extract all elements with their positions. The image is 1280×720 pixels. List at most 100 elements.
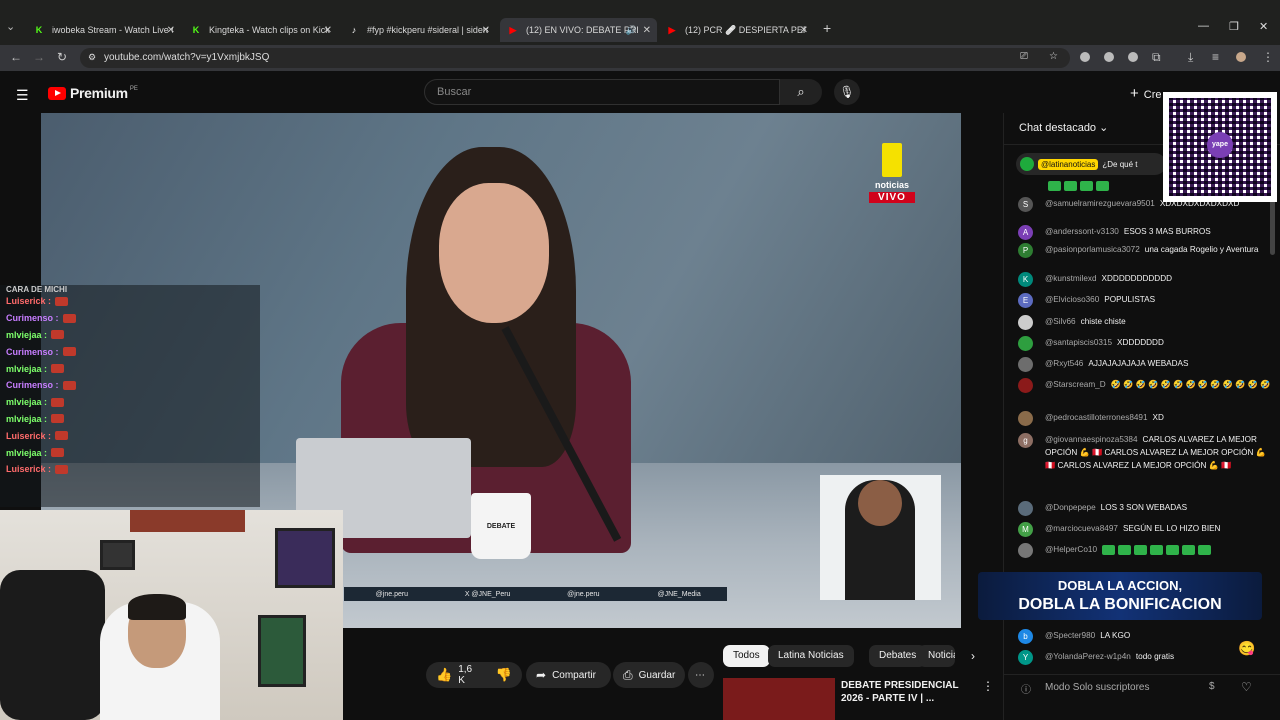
- voice-search-button[interactable]: 🎙: [834, 79, 860, 105]
- create-button[interactable]: + Cre: [1130, 85, 1162, 102]
- chat-avatar[interactable]: P: [1018, 243, 1033, 258]
- close-tab-icon[interactable]: ✕: [167, 25, 175, 36]
- chat-avatar[interactable]: [1018, 543, 1033, 558]
- dislike-icon[interactable]: 👎: [496, 667, 512, 683]
- like-count[interactable]: 1,6 K: [458, 664, 478, 686]
- chat-author[interactable]: @santapiscis0315: [1045, 338, 1112, 347]
- search-input[interactable]: Buscar: [424, 79, 780, 105]
- chat-avatar[interactable]: Y: [1018, 650, 1033, 665]
- close-tab-icon[interactable]: ✕: [482, 25, 490, 36]
- chat-author[interactable]: @Silv66: [1045, 317, 1076, 326]
- chip-todos[interactable]: Todos: [723, 645, 770, 667]
- forward-icon[interactable]: →: [33, 50, 45, 64]
- chat-message[interactable]: P @pasionporlamusica3072 una cagada Rogeli…: [1018, 243, 1273, 258]
- chat-avatar[interactable]: M: [1018, 522, 1033, 537]
- chip-latina[interactable]: Latina Noticias: [768, 645, 854, 667]
- chat-message[interactable]: @Donpepepe LOS 3 SON WEBADAS: [1018, 501, 1273, 516]
- chat-author[interactable]: @pedrocastilloterrones8491: [1045, 413, 1148, 422]
- close-tab-icon[interactable]: ✕: [643, 25, 651, 36]
- like-icon[interactable]: 👍: [436, 667, 452, 683]
- chat-avatar[interactable]: [1018, 378, 1033, 393]
- chat-message[interactable]: g @giovannaespinoza5384 CARLOS ALVAREZ LA …: [1018, 433, 1273, 472]
- close-window-icon[interactable]: ✕: [1259, 20, 1268, 33]
- chat-message[interactable]: b @Specter980 LA KGO: [1018, 629, 1273, 644]
- extension-icon[interactable]: [1128, 52, 1138, 62]
- chat-message[interactable]: M @marciocueva8497 SEGÚN EL LO HIZO BIEN: [1018, 522, 1273, 537]
- tab-search-icon[interactable]: ⌄: [6, 20, 15, 33]
- chat-avatar[interactable]: [1018, 501, 1033, 516]
- profile-avatar[interactable]: [1236, 52, 1246, 62]
- url-field[interactable]: ⚙ youtube.com/watch?v=y1VxmjbkJSQ ⎚ ☆: [80, 48, 1070, 68]
- chat-avatar[interactable]: E: [1018, 293, 1033, 308]
- chat-avatar[interactable]: [1018, 315, 1033, 330]
- browser-tab[interactable]: ▶ (12) PCR 🩹 DESPIERTA PERU ✕: [659, 18, 814, 42]
- extension-icon[interactable]: [1080, 52, 1090, 62]
- chat-avatar[interactable]: K: [1018, 272, 1033, 287]
- recommendation-thumbnail[interactable]: [723, 678, 835, 720]
- new-tab-icon[interactable]: +: [823, 20, 831, 36]
- chat-message[interactable]: @Starscream_D 🤣 🤣 🤣 🤣 🤣 🤣 🤣 🤣 🤣 🤣 🤣 🤣 🤣: [1018, 378, 1273, 393]
- chat-message[interactable]: K @kunstmilexd XDDDDDDDDDDD: [1018, 272, 1273, 287]
- chat-author[interactable]: @Rxyt546: [1045, 359, 1083, 368]
- media-icon[interactable]: ≡: [1212, 50, 1219, 64]
- hamburger-menu-icon[interactable]: ☰: [16, 87, 29, 104]
- close-tab-icon[interactable]: ✕: [324, 25, 332, 36]
- emoji-reaction-icon[interactable]: 😋: [1238, 640, 1255, 657]
- youtube-logo[interactable]: Premium PE: [48, 85, 138, 101]
- chat-author[interactable]: @YolandaPerez-w1p4n: [1045, 652, 1131, 661]
- chat-avatar[interactable]: S: [1018, 197, 1033, 212]
- chat-avatar[interactable]: [1018, 411, 1033, 426]
- browser-tab[interactable]: ♪ #fyp #kickperu #sideral | sideral ✕: [341, 18, 496, 42]
- chevron-right-icon[interactable]: ›: [971, 649, 975, 663]
- recommendation-menu-icon[interactable]: ⋮: [982, 679, 994, 693]
- extension-icon[interactable]: [1104, 52, 1114, 62]
- chat-message[interactable]: A @anderssont-v3130 ESOS 3 MAS BURROS: [1018, 225, 1273, 240]
- chat-message[interactable]: @Rxyt546 AJJAJAJAJAJA WEBADAS: [1018, 357, 1273, 372]
- minimize-icon[interactable]: —: [1198, 20, 1209, 32]
- extensions-puzzle-icon[interactable]: ⧉: [1152, 50, 1161, 65]
- chat-avatar[interactable]: b: [1018, 629, 1033, 644]
- chat-message[interactable]: E @Elvicioso360 POPULISTAS: [1018, 293, 1273, 308]
- chat-author[interactable]: @Starscream_D: [1045, 380, 1106, 389]
- close-tab-icon[interactable]: ✕: [800, 25, 808, 36]
- chip-noticias[interactable]: Noticias: [918, 645, 955, 667]
- chat-message[interactable]: @pedrocastilloterrones8491 XD: [1018, 411, 1273, 426]
- back-icon[interactable]: ←: [10, 50, 22, 64]
- chat-message[interactable]: @HelperCo10: [1018, 543, 1273, 558]
- chat-avatar[interactable]: [1018, 357, 1033, 372]
- bookmark-star-icon[interactable]: ☆: [1049, 51, 1058, 62]
- chat-author[interactable]: @Donpepepe: [1045, 503, 1096, 512]
- chat-author[interactable]: @HelperCo10: [1045, 545, 1097, 554]
- browser-tab-active[interactable]: ▶ (12) EN VIVO: DEBATE PRES 🔊 ✕: [500, 18, 657, 42]
- chat-avatar[interactable]: g: [1018, 433, 1033, 448]
- reload-icon[interactable]: ↻: [57, 50, 67, 64]
- pinned-message[interactable]: @latinanoticias ¿De qué t: [1016, 153, 1166, 175]
- site-info-icon[interactable]: ⚙: [88, 52, 96, 63]
- browser-tab[interactable]: K iwobeka Stream - Watch Live on ✕: [26, 18, 181, 42]
- chat-message[interactable]: Y @YolandaPerez-w1p4n todo gratis: [1018, 650, 1273, 665]
- chat-message[interactable]: @santapiscis0315 XDDDDDDD: [1018, 336, 1273, 351]
- maximize-icon[interactable]: ❐: [1229, 20, 1239, 33]
- more-actions-button[interactable]: ⋯: [688, 662, 714, 688]
- chat-author[interactable]: @anderssont-v3130: [1045, 227, 1119, 236]
- share-button[interactable]: ➦ Compartir: [526, 662, 611, 688]
- chat-author[interactable]: @pasionporlamusica3072: [1045, 245, 1140, 254]
- dollar-icon[interactable]: $: [1209, 681, 1215, 692]
- speaker-icon[interactable]: 🔊: [626, 25, 637, 36]
- chat-author[interactable]: @giovannaespinoza5384: [1045, 435, 1138, 444]
- chat-avatar[interactable]: [1018, 336, 1033, 351]
- recommendation-title[interactable]: DEBATE PRESIDENCIAL 2026 - PARTE IV | ..…: [841, 679, 976, 705]
- heart-icon[interactable]: ♡: [1241, 680, 1252, 694]
- chat-message[interactable]: @Silv66 chiste chiste: [1018, 315, 1273, 330]
- chat-author[interactable]: @Specter980: [1045, 631, 1095, 640]
- menu-dots-icon[interactable]: ⋮: [1262, 50, 1274, 64]
- chat-avatar[interactable]: A: [1018, 225, 1033, 240]
- download-icon[interactable]: ⤓: [1188, 50, 1193, 65]
- chat-author[interactable]: @samuelramirezguevara9501: [1045, 199, 1155, 208]
- info-icon[interactable]: ⓘ: [1021, 681, 1031, 696]
- chat-author[interactable]: @marciocueva8497: [1045, 524, 1118, 533]
- browser-tab[interactable]: K Kingteka - Watch clips on Kick ✕: [183, 18, 338, 42]
- chat-author[interactable]: @Elvicioso360: [1045, 295, 1099, 304]
- search-button[interactable]: ⌕: [780, 79, 822, 105]
- chat-author[interactable]: @kunstmilexd: [1045, 274, 1097, 283]
